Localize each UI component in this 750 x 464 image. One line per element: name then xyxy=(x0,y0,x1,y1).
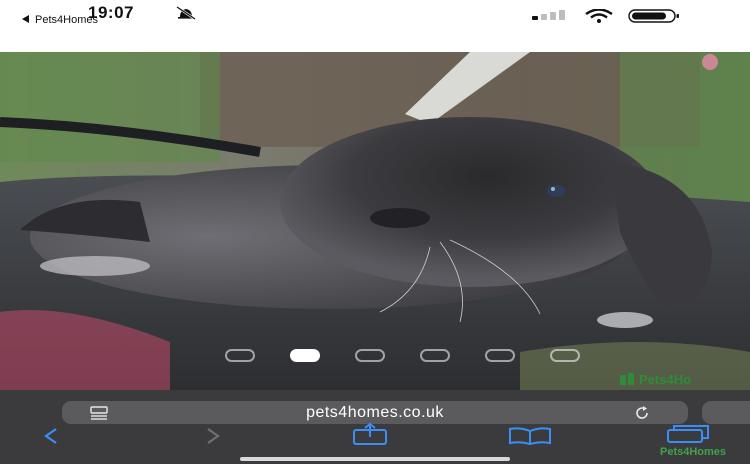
paw-logo-icon xyxy=(620,373,634,385)
reload-icon[interactable] xyxy=(634,405,650,421)
listing-photo[interactable] xyxy=(0,52,750,390)
back-arrow-icon[interactable] xyxy=(40,427,60,445)
photo-watermark-text: Pets4Ho xyxy=(639,372,692,387)
bottom-watermark: Pets4Homes xyxy=(660,446,726,458)
bookmarks-icon[interactable] xyxy=(508,427,552,445)
gallery-dot-5[interactable] xyxy=(485,349,515,362)
browser-toolbar: pets4homes.co.uk xyxy=(0,390,750,464)
tabs-icon[interactable] xyxy=(666,424,710,444)
back-app-label: Pets4Homes xyxy=(35,14,98,26)
status-bar: 19:07 Pets4Homes xyxy=(0,0,750,52)
battery-icon xyxy=(628,9,679,23)
gallery-dot-1[interactable] xyxy=(225,349,255,362)
photo-watermark: Pets4Ho xyxy=(620,372,691,387)
home-indicator[interactable] xyxy=(240,457,510,461)
gallery-pagination xyxy=(0,349,750,365)
back-triangle-icon xyxy=(22,15,29,23)
forward-arrow-icon[interactable] xyxy=(204,427,224,445)
bottom-watermark-text: Pets4Homes xyxy=(660,446,727,458)
gallery-dot-3[interactable] xyxy=(355,349,385,362)
next-tab-address-bar[interactable] xyxy=(702,401,750,424)
rabbit-photo-image xyxy=(0,52,750,390)
gallery-dot-4[interactable] xyxy=(420,349,450,362)
wifi-icon xyxy=(585,9,613,23)
share-icon[interactable] xyxy=(352,423,388,445)
gallery-dot-6[interactable] xyxy=(550,349,580,362)
address-bar[interactable]: pets4homes.co.uk xyxy=(62,401,688,424)
back-to-app-link[interactable]: Pets4Homes xyxy=(22,14,98,26)
bell-slash-icon xyxy=(176,6,196,20)
url-text: pets4homes.co.uk xyxy=(306,404,444,421)
cellular-signal-icon xyxy=(532,10,565,20)
gallery-dot-2[interactable] xyxy=(290,349,320,362)
